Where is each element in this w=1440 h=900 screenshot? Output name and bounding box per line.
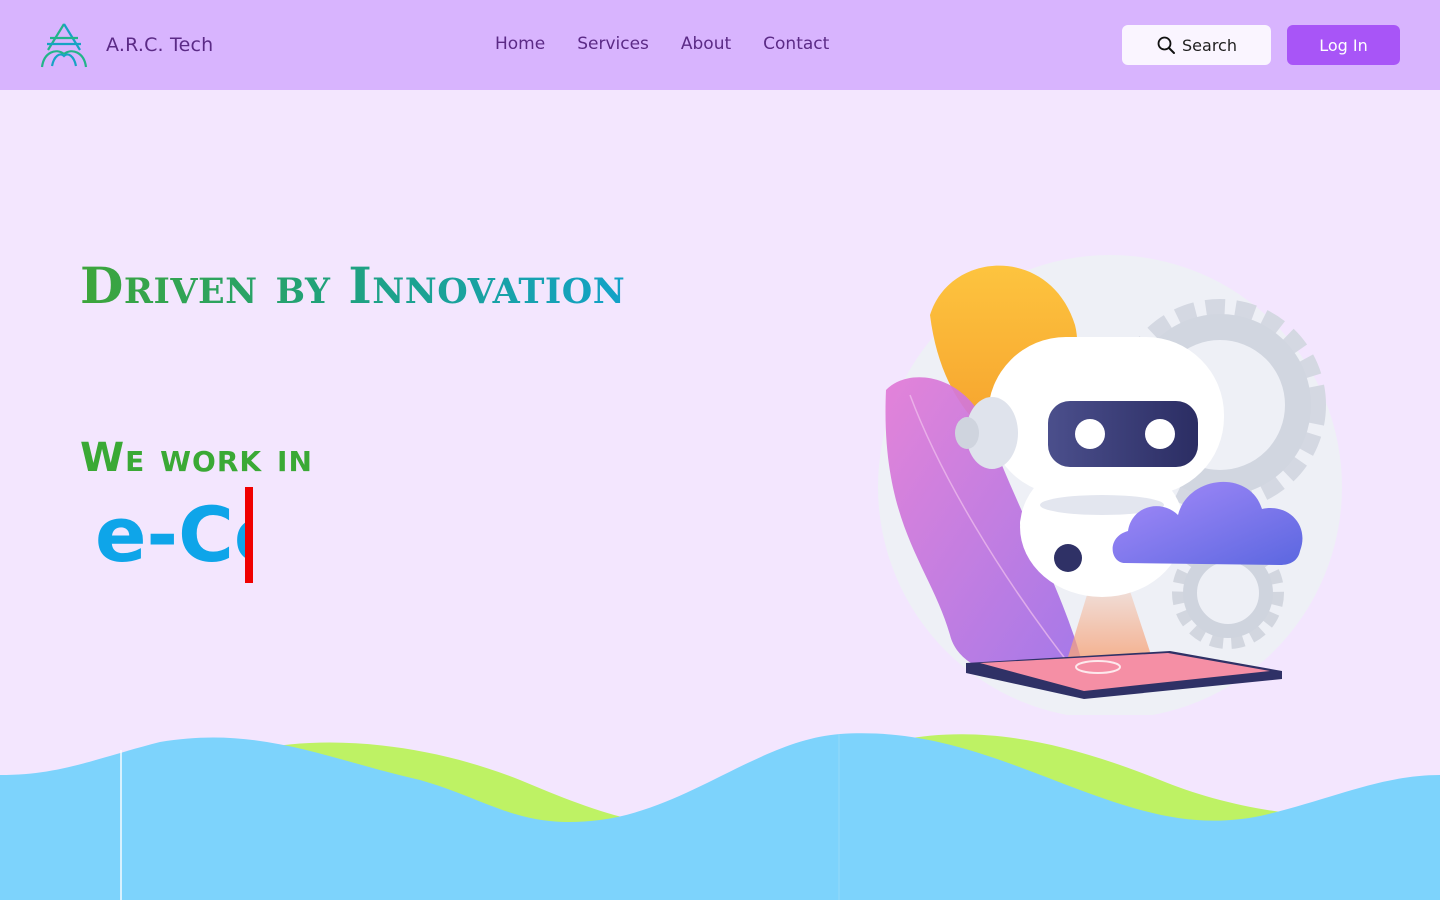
brand-name: A.R.C. Tech <box>106 34 214 56</box>
typing-cursor <box>245 487 253 583</box>
main-nav: Home Services About Contact <box>495 32 829 56</box>
search-button[interactable]: Search <box>1122 25 1271 65</box>
robot-illustration <box>878 255 1342 715</box>
site-header: A.R.C. Tech Home Services About Contact … <box>0 0 1440 90</box>
nav-link-home[interactable]: Home <box>495 32 545 56</box>
search-button-label: Search <box>1182 35 1237 55</box>
nav-link-services[interactable]: Services <box>577 32 649 56</box>
hero-title: Driven by Innovation <box>80 254 625 318</box>
nav-link-about[interactable]: About <box>681 32 731 56</box>
typed-text: e-Co <box>95 490 245 579</box>
typed-text-container: e-Co <box>95 487 253 583</box>
search-icon <box>1157 36 1176 54</box>
login-button[interactable]: Log In <box>1287 25 1400 65</box>
nav-link-contact[interactable]: Contact <box>763 32 829 56</box>
decorative-waves <box>0 733 1440 900</box>
arc-tech-logo-icon <box>40 23 88 68</box>
hero-subtitle: We work in <box>80 435 313 481</box>
brand-link[interactable]: A.R.C. Tech <box>38 20 213 70</box>
